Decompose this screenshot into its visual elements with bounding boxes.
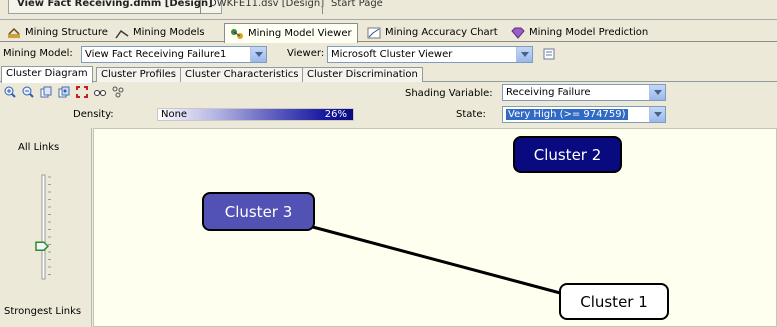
chevron-down-icon[interactable] (649, 85, 665, 100)
viewer-select[interactable]: Microsoft Cluster Viewer (327, 46, 533, 63)
cluster-diagram-canvas[interactable]: Cluster 2 Cluster 3 Cluster 1 (93, 128, 777, 327)
tab-mining-model-prediction-label: Mining Model Prediction (529, 27, 649, 38)
link-strength-panel: All Links Strongest Links (0, 128, 92, 327)
tab-cluster-diagram[interactable]: Cluster Diagram (1, 66, 93, 83)
state-label: State: (456, 109, 486, 120)
tab-cluster-characteristics[interactable]: Cluster Characteristics (180, 67, 304, 82)
tab-mining-accuracy-chart-label: Mining Accuracy Chart (385, 27, 498, 38)
slider-track (41, 174, 46, 280)
cluster-node-3-label: Cluster 3 (224, 202, 293, 221)
fit-to-window-icon[interactable] (76, 86, 88, 98)
shading-variable-value: Receiving Failure (506, 87, 591, 98)
slider-ticks (48, 176, 51, 275)
mining-structure-icon (8, 27, 20, 38)
all-links-label: All Links (18, 142, 60, 153)
document-tab-strip: View Fact Receiving.dmm [Design] DWKFE11… (0, 0, 777, 20)
chevron-down-icon[interactable] (250, 47, 266, 62)
tab-cluster-discrimination[interactable]: Cluster Discrimination (302, 67, 423, 82)
cluster-node-1[interactable]: Cluster 1 (559, 283, 669, 320)
slider-thumb[interactable] (35, 241, 50, 251)
zoom-out-icon[interactable] (22, 86, 34, 98)
viewer-tab-strip: Cluster Diagram Cluster Profiles Cluster… (0, 66, 777, 83)
mining-model-bar: Mining Model: View Fact Receiving Failur… (0, 43, 777, 65)
state-value: Very High (>= 974759) (506, 109, 628, 120)
cluster-node-1-label: Cluster 1 (580, 292, 648, 311)
density-min-text: None (161, 109, 188, 120)
density-row: Density: State: Very High (>= 974759) (0, 106, 777, 125)
doc-tab-start-page[interactable]: Start Page (322, 0, 391, 14)
cluster-node-2-label: Cluster 2 (533, 145, 602, 164)
tab-cluster-profiles[interactable]: Cluster Profiles (96, 67, 181, 82)
accuracy-chart-icon (367, 27, 381, 38)
cluster-diagram-area: All Links Strongest Links Cluster 2 Clus… (0, 128, 777, 327)
tab-mining-models[interactable]: Mining Models (110, 23, 210, 42)
cluster-node-2[interactable]: Cluster 2 (513, 136, 622, 173)
find-node-icon[interactable] (94, 86, 106, 98)
copy-graph-icon[interactable] (58, 86, 70, 98)
density-legend-bar: None 26% (157, 108, 354, 121)
viewer-value: Microsoft Cluster Viewer (331, 49, 453, 60)
mining-model-label: Mining Model: (3, 48, 73, 59)
mining-models-icon (115, 29, 129, 38)
tab-mining-structure-label: Mining Structure (25, 27, 108, 38)
mining-model-select[interactable]: View Fact Receiving Failure1 (81, 46, 267, 63)
shading-variable-select[interactable]: Receiving Failure (502, 84, 666, 101)
designer-tab-strip: Mining Structure Mining Models Mining Mo… (0, 21, 777, 43)
tab-mining-accuracy-chart[interactable]: Mining Accuracy Chart (362, 23, 503, 42)
tab-mining-model-prediction[interactable]: Mining Model Prediction (506, 23, 653, 42)
tab-mining-model-viewer-label: Mining Model Viewer (248, 28, 352, 39)
model-properties-icon[interactable] (542, 47, 556, 61)
mining-model-viewer-icon (231, 28, 243, 39)
tab-mining-models-label: Mining Models (133, 27, 205, 38)
cluster-node-3[interactable]: Cluster 3 (202, 192, 315, 231)
viewer-label: Viewer: (287, 48, 325, 59)
link-cluster-3-cluster-1[interactable] (308, 224, 565, 296)
layout-icon[interactable] (112, 86, 124, 98)
state-select[interactable]: Very High (>= 974759) (502, 106, 666, 123)
tab-mining-structure[interactable]: Mining Structure (2, 23, 113, 42)
copy-icon[interactable] (40, 86, 52, 98)
diagram-toolbar: Shading Variable: Receiving Failure (0, 82, 777, 104)
zoom-in-icon[interactable] (4, 86, 16, 98)
chevron-down-icon[interactable] (649, 107, 665, 122)
link-strength-slider[interactable] (30, 173, 60, 283)
prediction-icon (511, 27, 525, 39)
density-label: Density: (73, 109, 114, 120)
chevron-down-icon[interactable] (516, 47, 532, 62)
cluster-links (308, 224, 565, 296)
tab-mining-model-viewer[interactable]: Mining Model Viewer (224, 23, 358, 43)
strongest-links-label: Strongest Links (4, 306, 82, 317)
doc-tab-dmm-design[interactable]: View Fact Receiving.dmm [Design] (8, 0, 222, 14)
mining-model-value: View Fact Receiving Failure1 (85, 49, 227, 60)
doc-tab-dsv-design[interactable]: DWKFE11.dsv [Design] (200, 0, 332, 14)
density-max-text: 26% (324, 109, 347, 120)
shading-variable-label: Shading Variable: (405, 88, 493, 99)
